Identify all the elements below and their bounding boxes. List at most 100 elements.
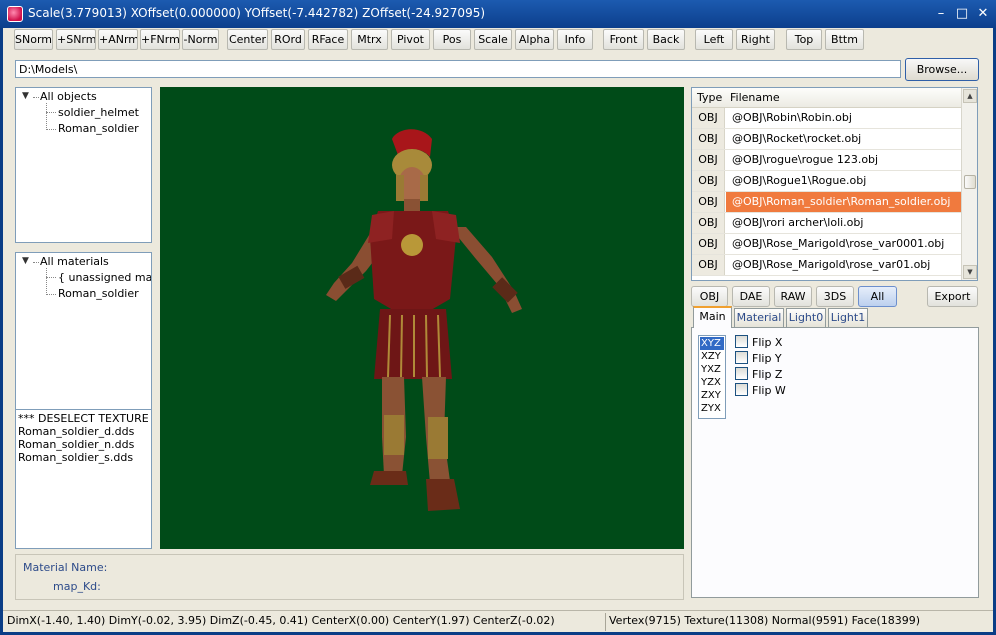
snorm-button[interactable]: SNorm [14,29,53,50]
texture-item[interactable]: Roman_soldier_s.dds [18,451,149,464]
rord-button[interactable]: ROrd [271,29,305,50]
file-list-header: Type Filename [692,88,962,108]
material-info-panel: Material Name: map_Kd: [15,554,684,600]
file-row-selected[interactable]: OBJ @OBJ\Roman_soldier\Roman_soldier.obj [692,192,962,213]
tree-connector [46,112,56,113]
tree-connector [46,129,56,130]
scroll-down-arrow-icon[interactable]: ▼ [963,265,977,279]
tree-item-roman-soldier[interactable]: Roman_soldier [58,122,139,135]
tree-item-roman-soldier-material[interactable]: Roman_soldier [58,287,139,300]
texture-list[interactable]: *** DESELECT TEXTURE *** Roman_soldier_d… [15,409,152,549]
filter-all-button[interactable]: All [858,286,897,307]
back-view-button[interactable]: Back [647,29,685,50]
mesh-counts-status: Vertex(9715) Texture(11308) Normal(9591)… [609,614,921,627]
filename-column-header[interactable]: Filename [730,91,780,104]
flip-x-checkbox[interactable] [735,335,748,348]
file-row[interactable]: OBJ @OBJ\Rose_Marigold\rose_var0001.obj [692,234,962,255]
texture-item-deselect[interactable]: *** DESELECT TEXTURE *** [18,412,151,425]
flip-x-label: Flip X [752,336,783,349]
left-sandal [370,471,408,485]
objects-tree[interactable]: ▼ All objects soldier_helmet Roman_soldi… [15,87,152,243]
add-anrm-button[interactable]: +ANrm [98,29,138,50]
tab-main[interactable]: Main [693,306,732,328]
tree-connector [46,294,56,295]
collapse-chevron-icon[interactable]: ▼ [22,91,29,101]
file-row[interactable]: OBJ @OBJ\Robin\Robin.obj [692,108,962,129]
tab-material[interactable]: Material [734,308,784,327]
browse-button[interactable]: Browse... [905,58,979,81]
center-button[interactable]: Center [227,29,268,50]
file-list-vscrollbar[interactable]: ▲ ▼ [961,88,977,280]
add-snrm-button[interactable]: +SNrm [56,29,96,50]
materials-root[interactable]: All materials [40,255,109,268]
axis-order-item[interactable]: YXZ [700,363,724,376]
flip-z-checkbox[interactable] [735,367,748,380]
bottom-view-button[interactable]: Bttm [825,29,864,50]
export-button[interactable]: Export [927,286,978,307]
texture-item[interactable]: Roman_soldier_n.dds [18,438,149,451]
info-button[interactable]: Info [557,29,593,50]
file-row[interactable]: OBJ @OBJ\rogue\rogue 123.obj [692,150,962,171]
flip-w-checkbox[interactable] [735,383,748,396]
file-row[interactable]: OBJ @OBJ\Rogue1\Rogue.obj [692,171,962,192]
left-view-button[interactable]: Left [695,29,733,50]
tab-light0[interactable]: Light0 [786,308,826,327]
scale-button[interactable]: Scale [474,29,512,50]
window-title: Scale(3.779013) XOffset(0.000000) YOffse… [28,6,486,20]
axis-order-item[interactable]: YZX [700,376,724,389]
pos-button[interactable]: Pos [433,29,471,50]
tree-connector [33,262,39,263]
material-name-label: Material Name: [23,561,108,574]
materials-tree[interactable]: ▼ All materials { unassigned mater Roman… [15,252,152,430]
file-name-cell: @OBJ\rogue\rogue 123.obj [732,153,879,166]
collapse-chevron-icon[interactable]: ▼ [22,256,29,266]
alpha-button[interactable]: Alpha [515,29,554,50]
tab-light1[interactable]: Light1 [828,308,868,327]
file-row[interactable]: OBJ @OBJ\Rocket\rocket.obj [692,129,962,150]
pivot-button[interactable]: Pivot [391,29,430,50]
file-name-cell: @OBJ\rori archer\loli.obj [732,216,864,229]
path-input[interactable] [15,60,901,78]
title-bar[interactable]: Scale(3.779013) XOffset(0.000000) YOffse… [0,0,996,28]
minus-norm-button[interactable]: -Norm [182,29,219,50]
tree-item-soldier-helmet[interactable]: soldier_helmet [58,106,139,119]
tree-item-unassigned-material[interactable]: { unassigned mater [58,271,151,284]
axis-order-item[interactable]: XZY [700,350,724,363]
right-view-button[interactable]: Right [736,29,775,50]
filter-raw-button[interactable]: RAW [774,286,812,307]
file-type-cell: OBJ [692,129,725,149]
close-button[interactable]: ✕ [974,6,992,22]
file-type-cell: OBJ [692,234,725,254]
filter-obj-button[interactable]: OBJ [691,286,728,307]
flip-y-label: Flip Y [752,352,782,365]
file-row[interactable]: OBJ @OBJ\rori archer\loli.obj [692,213,962,234]
filter-3ds-button[interactable]: 3DS [816,286,854,307]
file-list[interactable]: Type Filename OBJ @OBJ\Robin\Robin.obj OBJ… [691,87,978,281]
flip-w-label: Flip W [752,384,786,397]
mtrx-button[interactable]: Mtrx [351,29,388,50]
axis-order-item[interactable]: ZXY [700,389,724,402]
status-divider [605,613,606,631]
file-row[interactable]: OBJ @OBJ\Rose_Marigold\rose_var01.obj [692,255,962,276]
axis-order-item[interactable]: XYZ [700,337,724,350]
maximize-button[interactable]: □ [953,6,971,22]
objects-root[interactable]: All objects [40,90,97,103]
3d-viewport[interactable] [160,87,684,549]
minimize-button[interactable]: – [932,6,950,22]
rface-button[interactable]: RFace [308,29,348,50]
top-view-button[interactable]: Top [786,29,822,50]
file-type-cell: OBJ [692,150,725,170]
flip-y-checkbox[interactable] [735,351,748,364]
file-type-cell: OBJ [692,255,725,275]
axis-order-item[interactable]: ZYX [700,402,724,415]
cheek-guard-right [420,175,428,201]
scroll-up-arrow-icon[interactable]: ▲ [963,89,977,103]
main-tab-page: XYZ XZY YXZ YZX ZXY ZYX Flip X Flip Y Fl… [691,327,979,598]
add-fnrm-button[interactable]: +FNrm [140,29,180,50]
type-column-header[interactable]: Type [697,91,722,104]
texture-item[interactable]: Roman_soldier_d.dds [18,425,149,438]
filter-dae-button[interactable]: DAE [732,286,770,307]
scroll-thumb[interactable] [964,175,976,189]
axis-order-list[interactable]: XYZ XZY YXZ YZX ZXY ZYX [698,335,726,419]
front-view-button[interactable]: Front [603,29,644,50]
